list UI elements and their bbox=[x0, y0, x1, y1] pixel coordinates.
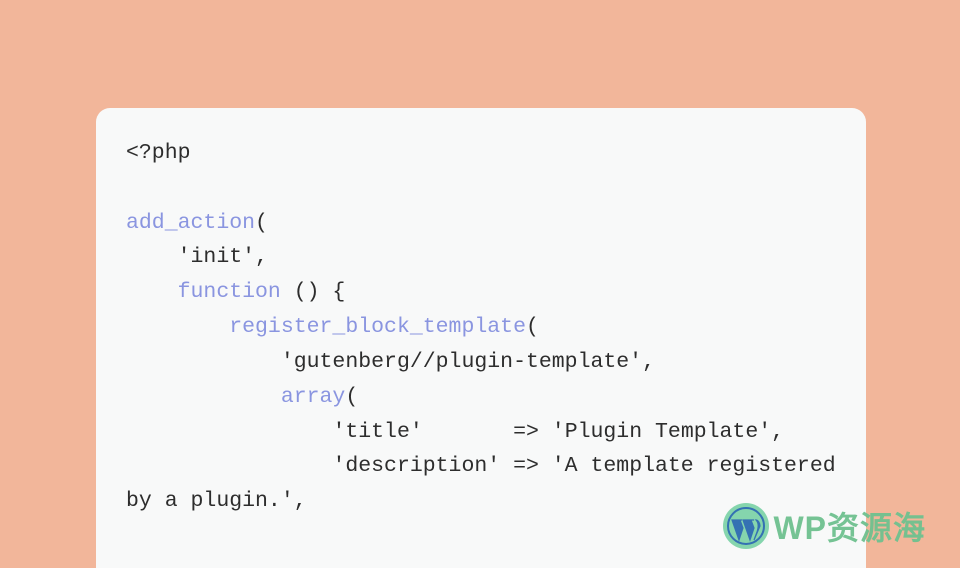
str-init: 'init' bbox=[178, 245, 255, 269]
title-val: 'Plugin Template' bbox=[552, 420, 771, 444]
comma2: , bbox=[642, 350, 655, 374]
arrow1: => bbox=[423, 420, 552, 444]
comma3: , bbox=[771, 420, 784, 444]
str-template: 'gutenberg//plugin-template' bbox=[281, 350, 642, 374]
kw-array: array bbox=[281, 385, 346, 409]
code-block: <?php add_action( 'init', function () { … bbox=[126, 136, 836, 519]
paren2: ( bbox=[526, 315, 539, 339]
wordpress-logo-icon bbox=[723, 503, 769, 549]
fn-add-action: add_action bbox=[126, 211, 255, 235]
desc-key: 'description' bbox=[332, 454, 500, 478]
title-key: 'title' bbox=[332, 420, 422, 444]
code-card: <?php add_action( 'init', function () { … bbox=[96, 108, 866, 568]
fn-parens: () { bbox=[281, 280, 346, 304]
php-open-tag: <?php bbox=[126, 141, 191, 165]
watermark-text: WP资源海 bbox=[773, 503, 926, 549]
arrow2: => bbox=[500, 454, 552, 478]
kw-function: function bbox=[178, 280, 281, 304]
comma: , bbox=[255, 245, 268, 269]
comma4: , bbox=[294, 489, 307, 513]
fn-register: register_block_template bbox=[229, 315, 526, 339]
watermark: WP资源海 bbox=[723, 503, 926, 549]
paren: ( bbox=[255, 211, 268, 235]
paren3: ( bbox=[345, 385, 358, 409]
